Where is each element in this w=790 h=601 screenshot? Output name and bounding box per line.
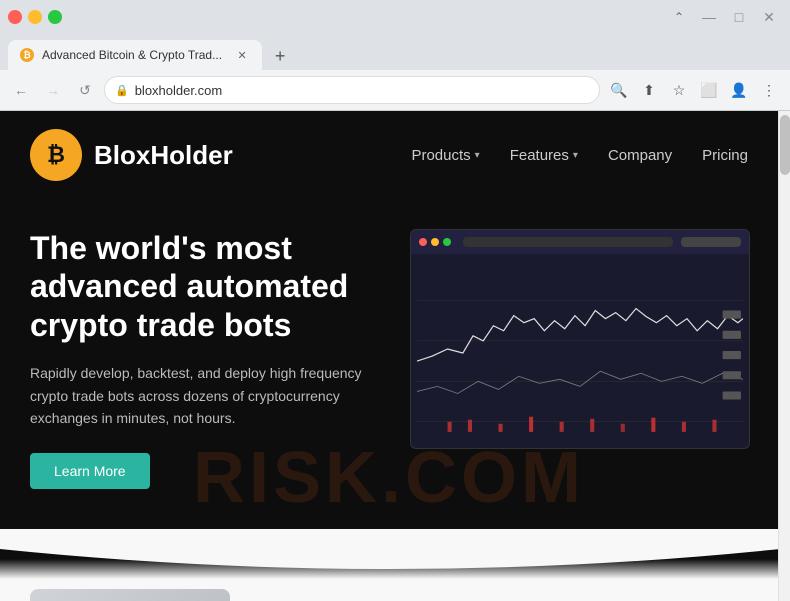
tab-title: Advanced Bitcoin & Crypto Trad... [42,48,222,62]
minimize-window-button[interactable] [28,10,42,24]
below-title: TradeServer Cloud [260,589,456,601]
nav-pricing[interactable]: Pricing [702,147,748,164]
profile-icon[interactable]: 👤 [726,77,752,103]
close-icon[interactable]: ✕ [756,4,782,30]
below-fold-section: TradeServer Cloud [0,579,778,601]
site-nav: ₿ BloxHolder Products ▾ Features ▾ Compa… [0,111,778,199]
scrollbar-thumb[interactable] [780,115,790,175]
tab-favicon: ₿ [20,48,34,62]
chart-topbar [411,230,749,254]
nav-products[interactable]: Products ▾ [411,147,479,164]
lock-icon: 🔒 [115,84,129,97]
chevron-up-button[interactable]: ⌃ [666,4,692,30]
search-icon[interactable]: 🔍 [606,77,632,103]
page-wrapper: ₿ BloxHolder Products ▾ Features ▾ Compa… [0,111,790,601]
tab-bar: ₿ Advanced Bitcoin & Crypto Trad... ✕ + [0,34,790,70]
title-bar: ⌃ — □ ✕ [0,0,790,34]
minimize-icon[interactable]: — [696,4,722,30]
hero-title: The world's most advanced automated cryp… [30,229,390,344]
scrollbar-track[interactable] [778,111,790,601]
hero-image [410,229,750,489]
toolbar-icons: 🔍 ⬆ ☆ ⬜ 👤 ⋮ [606,77,782,103]
logo-icon: ₿ [30,129,82,181]
logo-text: BloxHolder [94,140,233,171]
chart-body [411,254,749,448]
page-content: ₿ BloxHolder Products ▾ Features ▾ Compa… [0,111,778,601]
chevron-down-icon: ▾ [573,150,578,161]
url-text: bloxholder.com [135,83,589,98]
new-tab-button[interactable]: + [266,42,294,70]
extensions-icon[interactable]: ⬜ [696,77,722,103]
refresh-button[interactable]: ↺ [72,77,98,103]
chart-title-bar [463,237,673,247]
chart-svg [417,260,743,442]
address-bar-row: ← → ↺ 🔒 bloxholder.com 🔍 ⬆ ☆ ⬜ 👤 ⋮ [0,70,790,110]
close-window-button[interactable] [8,10,22,24]
address-box[interactable]: 🔒 bloxholder.com [104,76,600,104]
browser-chrome: ⌃ — □ ✕ ₿ Advanced Bitcoin & Crypto Trad… [0,0,790,111]
hero-subtitle: Rapidly develop, backtest, and deploy hi… [30,362,390,429]
learn-more-button[interactable]: Learn More [30,453,150,489]
nav-links: Products ▾ Features ▾ Company Pricing [411,147,748,164]
wave-svg [0,529,778,579]
below-image-inner [30,589,230,601]
hero-text: The world's most advanced automated cryp… [30,229,390,489]
chevron-down-icon: ▾ [475,150,480,161]
tab-close-button[interactable]: ✕ [234,47,250,63]
back-button[interactable]: ← [8,77,34,103]
below-image [30,589,230,601]
website: ₿ BloxHolder Products ▾ Features ▾ Compa… [0,111,778,601]
forward-button[interactable]: → [40,77,66,103]
logo: ₿ BloxHolder [30,129,411,181]
hero-section: RISK.COM The world's most advanced autom… [0,199,778,529]
maximize-window-button[interactable] [48,10,62,24]
maximize-icon[interactable]: □ [726,4,752,30]
chart-dot-red [419,238,427,246]
nav-features[interactable]: Features ▾ [510,147,578,164]
chart-dot-green [443,238,451,246]
nav-company[interactable]: Company [608,147,672,164]
bookmark-icon[interactable]: ☆ [666,77,692,103]
menu-icon[interactable]: ⋮ [756,77,782,103]
active-tab[interactable]: ₿ Advanced Bitcoin & Crypto Trad... ✕ [8,40,262,70]
below-text: TradeServer Cloud [260,589,456,601]
chart-mockup [410,229,750,449]
traffic-lights [8,10,62,24]
wave-transition [0,529,778,579]
chart-controls [681,237,741,247]
logo-letter: ₿ [47,142,65,168]
chart-dot-yellow [431,238,439,246]
share-icon[interactable]: ⬆ [636,77,662,103]
